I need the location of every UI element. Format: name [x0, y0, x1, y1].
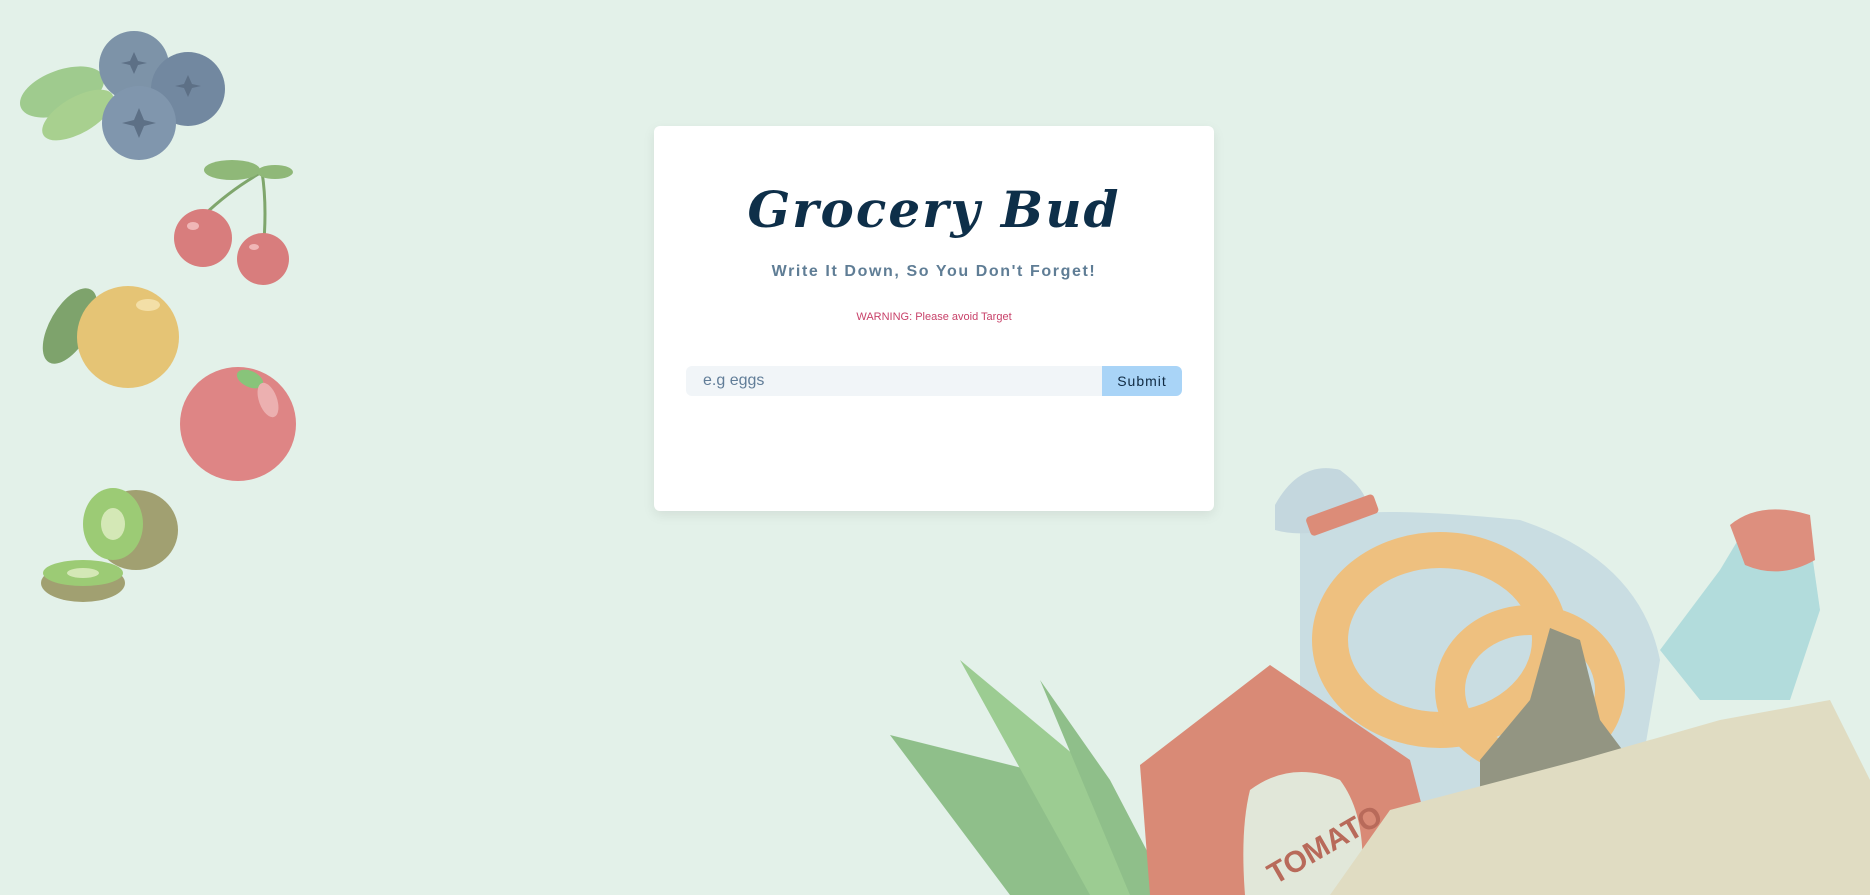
apple-icon	[180, 367, 296, 481]
app-title: Grocery Bud	[747, 180, 1121, 239]
cherries-icon	[174, 160, 293, 285]
grocery-card: Grocery Bud Write It Down, So You Don't …	[654, 126, 1214, 511]
grocery-form: Submit	[686, 366, 1182, 396]
submit-button[interactable]: Submit	[1102, 366, 1182, 396]
grocery-item-input[interactable]	[686, 366, 1102, 396]
warning-message: WARNING: Please avoid Target	[856, 311, 1012, 323]
orange-icon	[42, 286, 179, 388]
kiwi-icon	[41, 488, 178, 602]
app-subtitle: Write It Down, So You Don't Forget!	[771, 263, 1097, 280]
blueberries-icon	[19, 31, 225, 160]
page: TOMATO Grocery Bud Write It Down, So You…	[0, 0, 1870, 895]
